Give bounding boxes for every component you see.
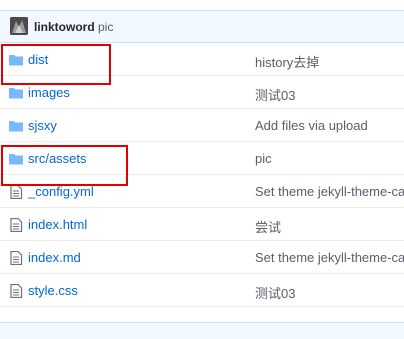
latest-commit-bar: linktoword pic (0, 10, 404, 43)
file-name-link[interactable]: index.html (28, 217, 87, 232)
commit-message-link[interactable]: history去掉 (255, 52, 404, 71)
file-name-link[interactable]: index.md (28, 250, 81, 265)
file-name-link[interactable]: _config.yml (28, 184, 94, 199)
commit-author[interactable]: linktoword (34, 20, 95, 34)
file-text-icon (9, 217, 23, 233)
file-text-icon (9, 283, 23, 299)
file-row[interactable]: index.html 尝试 (0, 208, 404, 241)
top-strip (0, 0, 404, 10)
file-row[interactable]: images 测试03 (0, 76, 404, 109)
readme-header-bar (0, 322, 404, 339)
file-text-icon (9, 250, 23, 266)
file-row[interactable]: index.md Set theme jekyll-theme-cayman (0, 241, 404, 274)
commit-message-link[interactable]: Set theme jekyll-theme-cayman (255, 250, 404, 265)
commit-message-link[interactable]: Add files via upload (255, 118, 404, 133)
file-row[interactable]: sjsxy Add files via upload (0, 109, 404, 142)
file-name-link[interactable]: style.css (28, 283, 78, 298)
folder-icon (9, 86, 23, 100)
file-text-icon (9, 184, 23, 200)
file-row[interactable]: dist history去掉 (0, 43, 404, 76)
commit-message-link[interactable]: 测试03 (255, 283, 404, 302)
folder-icon (9, 119, 23, 133)
file-row[interactable]: src/assets pic (0, 142, 404, 175)
file-name-link[interactable]: images (28, 85, 70, 100)
commit-message-link[interactable]: 测试03 (255, 85, 404, 104)
file-row[interactable]: _config.yml Set theme jekyll-theme-cayma… (0, 175, 404, 208)
folder-icon (9, 152, 23, 166)
file-name-link[interactable]: dist (28, 52, 48, 67)
author-avatar[interactable] (10, 17, 28, 35)
commit-message-link[interactable]: pic (255, 151, 404, 166)
folder-icon (9, 53, 23, 67)
file-list: dist history去掉 images 测试03 sjsxy Add fil… (0, 43, 404, 307)
file-row[interactable]: style.css 测试03 (0, 274, 404, 307)
commit-message[interactable]: pic (98, 20, 113, 34)
file-name-link[interactable]: sjsxy (28, 118, 57, 133)
commit-message-link[interactable]: 尝试 (255, 217, 404, 236)
file-name-link[interactable]: src/assets (28, 151, 87, 166)
commit-message-link[interactable]: Set theme jekyll-theme-cayman (255, 184, 404, 199)
